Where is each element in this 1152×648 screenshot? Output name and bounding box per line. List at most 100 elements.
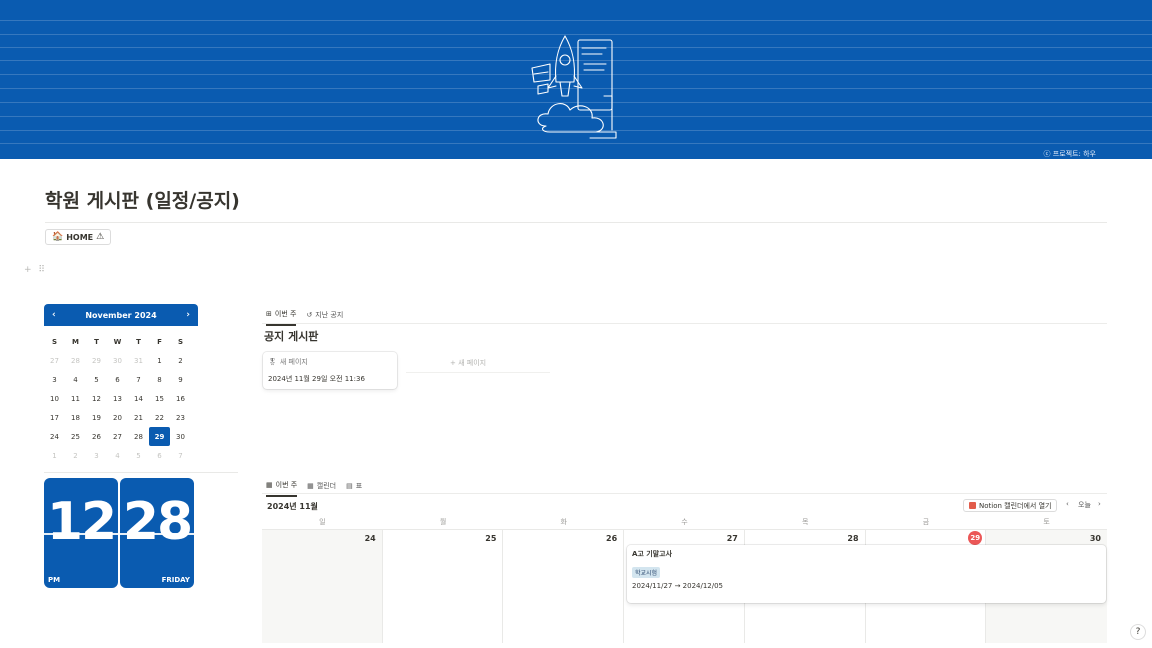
calendar-day-cell[interactable]: 24: [262, 530, 383, 643]
calendar-month: 2024년 11월: [267, 502, 318, 511]
page-title[interactable]: 학원 게시판 (일정/공지): [45, 186, 240, 213]
mini-calendar-day[interactable]: 7: [128, 370, 149, 389]
tab-label: 표: [355, 482, 363, 490]
mini-calendar-day[interactable]: 5: [128, 446, 149, 465]
calendar-day-cell[interactable]: 25: [383, 530, 504, 643]
mini-calendar-day[interactable]: 1: [149, 351, 170, 370]
tab-underline: [262, 323, 1107, 324]
mini-calendar-day[interactable]: 17: [44, 408, 65, 427]
page-cover: ⓒ 프로젝트: 하우: [0, 0, 1152, 159]
mini-calendar-day[interactable]: 13: [107, 389, 128, 408]
tab-label: 캘린더: [316, 482, 337, 490]
mini-calendar-day[interactable]: 7: [170, 446, 191, 465]
calendar-date: 30: [1089, 534, 1101, 543]
mini-calendar-day[interactable]: 29: [86, 351, 107, 370]
mini-calendar-day[interactable]: 28: [65, 351, 86, 370]
mini-calendar-day[interactable]: 6: [149, 446, 170, 465]
today-button[interactable]: 오늘: [1078, 500, 1091, 510]
weekday-label: 금: [922, 518, 930, 526]
mini-calendar-day[interactable]: 27: [107, 427, 128, 446]
weekday-label: M: [72, 337, 79, 346]
mini-calendar-grid: S M T W T F S 27 28 29 30 31 1 2 3 4 5 6 7 8 9 10 11 12 13 14 15 16…: [44, 332, 198, 465]
mini-calendar-day[interactable]: 1: [44, 446, 65, 465]
mini-calendar-day[interactable]: 12: [86, 389, 107, 408]
mini-calendar-day[interactable]: 31: [128, 351, 149, 370]
clock-weekday: FRIDAY: [161, 576, 190, 584]
help-icon[interactable]: ?: [1130, 624, 1146, 640]
mini-calendar-day[interactable]: 8: [149, 370, 170, 389]
new-page-divider: [406, 372, 550, 373]
chevron-right-icon[interactable]: ›: [186, 310, 190, 320]
notion-calendar-icon: [969, 502, 976, 509]
mini-calendar-day[interactable]: 27: [44, 351, 65, 370]
tab-schedule-calendar[interactable]: ▦ 캘린더: [307, 480, 336, 497]
mini-calendar-day[interactable]: 30: [170, 427, 191, 446]
tab-schedule-table[interactable]: ▤ 표: [346, 480, 362, 497]
calendar-date: 24: [364, 534, 376, 543]
mini-calendar-day[interactable]: 19: [86, 408, 107, 427]
clock-hour-card: 12 PM: [44, 478, 118, 588]
schedule-tabs: ▦ 이번 주 ▦ 캘린더 ▤ 표: [266, 480, 362, 497]
weekday-label: 수: [681, 518, 688, 526]
warning-icon: ⚠: [96, 232, 105, 242]
mini-calendar-day[interactable]: 6: [107, 370, 128, 389]
mini-calendar-day[interactable]: 22: [149, 408, 170, 427]
chevron-left-icon[interactable]: ‹: [1066, 500, 1069, 508]
mini-calendar-day[interactable]: 4: [65, 370, 86, 389]
mini-calendar-day[interactable]: 16: [170, 389, 191, 408]
chevron-right-icon[interactable]: ›: [1098, 500, 1101, 508]
mini-calendar-day[interactable]: 3: [86, 446, 107, 465]
mini-calendar-day[interactable]: 5: [86, 370, 107, 389]
house-icon: 🏠: [52, 232, 64, 242]
event-card[interactable]: A고 기말고사 학교시험 2024/11/27 → 2024/12/05: [627, 545, 1106, 603]
clock-minute: 28: [122, 492, 193, 552]
notice-card[interactable]: 🎖 새 페이지 2024년 11월 29일 오전 11:36: [263, 352, 397, 389]
cover-credit: ⓒ 프로젝트: 하우: [1043, 150, 1096, 158]
tab-underline: [262, 493, 1107, 494]
mini-calendar-day[interactable]: 28: [128, 427, 149, 446]
weekday-header: 일월화수목금토: [262, 517, 1107, 527]
mini-calendar-day[interactable]: 9: [170, 370, 191, 389]
mini-calendar: ‹ November 2024 › S M T W T F S 27 28 29 30 31 1 2 3 4 5…: [44, 304, 198, 465]
mini-calendar-day[interactable]: 2: [170, 351, 191, 370]
mini-calendar-day[interactable]: 21: [128, 408, 149, 427]
table-icon: ▤: [346, 482, 353, 490]
mini-calendar-day[interactable]: 25: [65, 427, 86, 446]
mini-calendar-day[interactable]: 3: [44, 370, 65, 389]
mini-calendar-today[interactable]: 29: [149, 427, 170, 446]
mini-calendar-day[interactable]: 11: [65, 389, 86, 408]
mini-calendar-day[interactable]: 24: [44, 427, 65, 446]
mini-calendar-day[interactable]: 2: [65, 446, 86, 465]
clock-ampm: PM: [48, 576, 61, 584]
new-page-button[interactable]: + 새 페이지: [450, 358, 486, 368]
event-date-range: 2024/11/27 → 2024/12/05: [632, 582, 724, 590]
tab-schedule-week[interactable]: ▦ 이번 주: [266, 480, 298, 497]
mini-calendar-day[interactable]: 4: [107, 446, 128, 465]
block-drag-handle-icon[interactable]: + ⠿: [24, 265, 47, 275]
calendar-date: 26: [606, 534, 618, 543]
mini-calendar-day[interactable]: 15: [149, 389, 170, 408]
mini-calendar-day[interactable]: 18: [65, 408, 86, 427]
home-button[interactable]: 🏠 HOME ⚠: [45, 229, 112, 245]
mini-calendar-day[interactable]: 14: [128, 389, 149, 408]
weekday-label: T: [136, 337, 141, 346]
tab-label: 이번 주: [275, 481, 298, 489]
notice-board-title[interactable]: 공지 게시판: [264, 328, 318, 344]
event-title: A고 기말고사: [632, 550, 673, 558]
calendar-date: 25: [485, 534, 497, 543]
event-tag: 학교시험: [632, 567, 661, 578]
notice-card-title: 새 페이지: [279, 358, 308, 366]
rocket-illustration-icon: [531, 35, 617, 139]
weekday-label: S: [177, 337, 184, 346]
mini-calendar-day[interactable]: 10: [44, 389, 65, 408]
weekday-label: 화: [560, 518, 567, 526]
weekday-label: 월: [439, 518, 447, 526]
calendar-day-cell[interactable]: 26: [503, 530, 625, 643]
chevron-left-icon[interactable]: ‹: [52, 310, 56, 320]
mini-calendar-day[interactable]: 20: [107, 408, 128, 427]
mini-calendar-day[interactable]: 30: [107, 351, 128, 370]
mini-calendar-day[interactable]: 26: [86, 427, 107, 446]
open-notion-calendar-button[interactable]: Notion 캘린더에서 열기: [963, 499, 1058, 512]
tab-label: 지난 공지: [315, 311, 344, 319]
mini-calendar-day[interactable]: 23: [170, 408, 191, 427]
